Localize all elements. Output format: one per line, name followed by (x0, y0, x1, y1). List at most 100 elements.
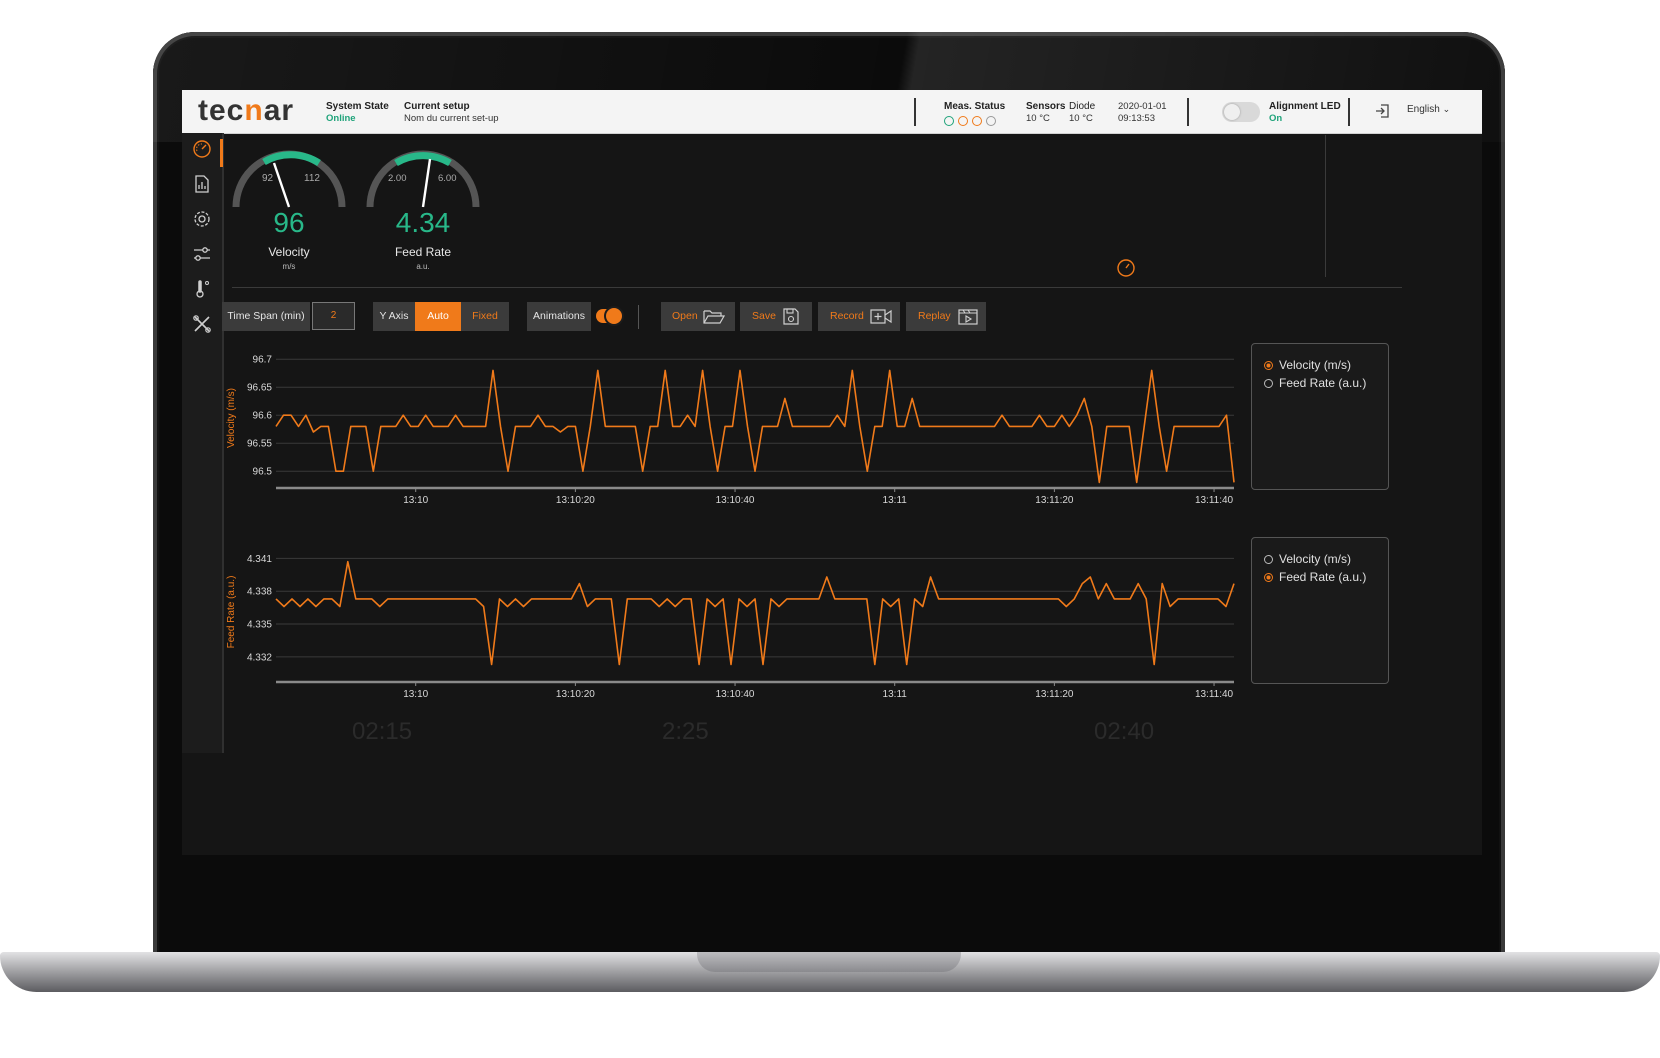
feed-rate-gauge-dial: 2.00 6.00 (366, 150, 480, 208)
chevron-down-icon: ⌄ (1442, 104, 1451, 114)
y-axis-auto-button[interactable]: Auto (415, 302, 461, 331)
velocity-chart-legend: Velocity (m/s) Feed Rate (a.u.) (1251, 343, 1389, 490)
open-label: Open (672, 310, 698, 322)
radio-velocity[interactable] (1264, 555, 1273, 564)
velocity-unit: m/s (282, 262, 296, 271)
feed-rate-max-label: 6.00 (438, 173, 457, 184)
top-bar: tecnar System State Online Current setup… (182, 90, 1482, 134)
replay-label: Replay (918, 310, 951, 322)
diode-value: 10 °C (1069, 113, 1093, 124)
time-value: 09:13:53 (1118, 113, 1155, 124)
x-tick-label: 13:10:40 (716, 495, 755, 506)
animations-label: Animations (527, 302, 591, 331)
alignment-led-toggle[interactable] (1222, 102, 1260, 122)
series-line (275, 560, 1235, 666)
y-axis-label: Y Axis (373, 302, 415, 331)
x-tick-label: 13:11:40 (1195, 689, 1234, 700)
feed-rate-chart: 4.341 4.338 4.335 4.332 13:10 13:10:20 13:10:4… (226, 554, 1235, 700)
open-button[interactable]: Open (661, 302, 735, 331)
x-tick-label: 13:10:20 (556, 495, 595, 506)
radio-velocity[interactable] (1264, 361, 1273, 370)
feed-rate-value: 4.34 (395, 207, 451, 238)
gauge-settings-icon[interactable] (1116, 258, 1136, 278)
language-label: English (1407, 104, 1440, 115)
current-setup-value: Nom du current set-up (404, 113, 499, 124)
video-record-icon (870, 308, 892, 337)
time-span-label: Time Span (min) (222, 302, 310, 331)
legend-item-velocity[interactable]: Velocity (m/s) (1264, 552, 1351, 566)
record-label: Record (830, 310, 864, 322)
x-tick-label: 13:10 (403, 495, 428, 506)
animations-toggle[interactable] (596, 308, 622, 324)
language-select[interactable]: English ⌄ (1407, 104, 1450, 115)
legend-item-feed-rate[interactable]: Feed Rate (a.u.) (1264, 376, 1366, 390)
y-tick-label: 96.65 (247, 383, 272, 394)
feed-rate-gauge: 2.00 6.00 4.34 Feed Rate a.u. (358, 145, 488, 280)
sidebar (182, 133, 224, 753)
radio-feed-rate[interactable] (1264, 573, 1273, 582)
radio-feed-rate[interactable] (1264, 379, 1273, 388)
current-setup-label: Current setup (404, 101, 470, 112)
thermometer-icon[interactable] (192, 279, 212, 299)
system-state-value: Online (326, 113, 356, 124)
y-tick-label: 96.6 (253, 411, 273, 422)
y-tick-label: 4.341 (247, 554, 272, 565)
y-axis-fixed-button[interactable]: Fixed (461, 302, 509, 331)
sliders-icon[interactable] (192, 244, 212, 264)
velocity-chart: 96.7 96.65 96.6 96.55 96.5 13:10 13:10:20 13:10… (226, 355, 1235, 506)
report-icon[interactable] (192, 174, 212, 194)
record-button[interactable]: Record (818, 302, 900, 331)
divider (1348, 98, 1350, 126)
x-tick-label: 13:11:40 (1195, 495, 1234, 506)
legend-item-feed-rate[interactable]: Feed Rate (a.u.) (1264, 570, 1366, 584)
laptop-notch (697, 952, 961, 972)
alignment-led-label: Alignment LED (1269, 101, 1341, 112)
x-tick-label: 13:10:40 (716, 689, 755, 700)
date-value: 2020-01-01 (1118, 101, 1167, 112)
status-dot (972, 116, 982, 126)
status-dot (944, 116, 954, 126)
y-tick-label: 96.5 (253, 467, 273, 478)
toolbar-divider (638, 305, 639, 329)
velocity-min-label: 92 (262, 173, 274, 184)
divider (1187, 98, 1189, 126)
y-axis-label: Feed Rate (a.u.) (226, 576, 237, 649)
save-icon (782, 308, 800, 337)
velocity-value: 96 (273, 207, 305, 238)
y-tick-label: 4.338 (247, 587, 272, 598)
save-button[interactable]: Save (740, 302, 812, 331)
tools-icon[interactable] (192, 314, 212, 334)
x-tick-label: 13:11:20 (1035, 689, 1074, 700)
y-tick-label: 96.55 (247, 439, 272, 450)
legend-label: Feed Rate (a.u.) (1279, 376, 1367, 390)
replay-button[interactable]: Replay (906, 302, 986, 331)
ghost-time: 2:25 (662, 718, 709, 745)
feed-rate-unit: a.u. (416, 262, 430, 271)
x-tick-label: 13:10:20 (556, 689, 595, 700)
system-state-label: System State (326, 101, 389, 112)
divider (914, 98, 916, 126)
logo-text: tec (198, 94, 245, 127)
panel-divider (1325, 135, 1326, 277)
ghost-time: 02:15 (352, 718, 413, 745)
diode-label: Diode (1069, 101, 1096, 112)
feed-rate-chart-legend: Velocity (m/s) Feed Rate (a.u.) (1251, 537, 1389, 684)
x-tick-label: 13:11:20 (1035, 495, 1074, 506)
logout-icon[interactable] (1374, 102, 1392, 120)
section-divider (232, 287, 1402, 288)
gauge-icon[interactable] (192, 139, 212, 159)
sensors-value: 10 °C (1026, 113, 1050, 124)
gear-icon[interactable] (192, 209, 212, 229)
velocity-gauge-dial: 92 112 (232, 150, 346, 208)
tecnar-logo[interactable]: tecnar (198, 94, 294, 128)
legend-item-velocity[interactable]: Velocity (m/s) (1264, 358, 1351, 372)
legend-label: Velocity (m/s) (1279, 358, 1352, 372)
velocity-name: Velocity (268, 245, 310, 259)
app-screen: tecnar System State Online Current setup… (182, 90, 1482, 855)
y-axis-label: Velocity (m/s) (226, 388, 237, 448)
logo-accent: n (244, 94, 264, 127)
meas-status-label: Meas. Status (944, 101, 1006, 112)
save-label: Save (752, 310, 776, 322)
feed-rate-min-label: 2.00 (388, 173, 407, 184)
time-span-input[interactable]: 2 (312, 302, 355, 330)
